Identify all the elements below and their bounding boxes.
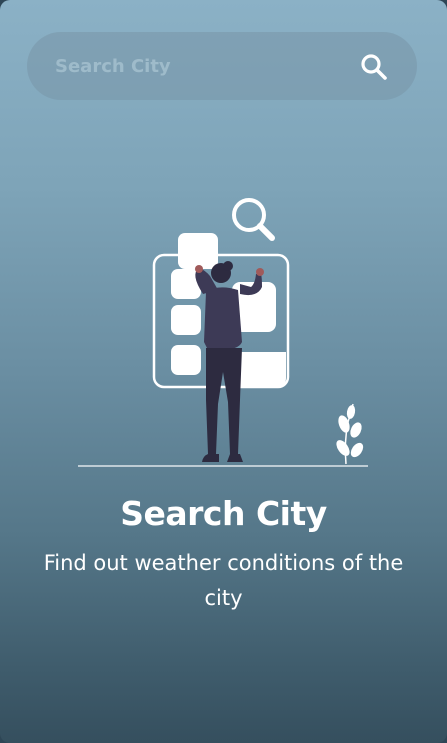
search-input[interactable] <box>55 46 355 86</box>
weather-app-card: Search City Find out weather conditions … <box>0 0 447 743</box>
magnifier-illustration-icon <box>232 198 275 241</box>
person-searching-illustration <box>72 192 372 472</box>
empty-state-title: Search City <box>120 494 327 533</box>
empty-state-description: Find out weather conditions of the city <box>43 551 404 610</box>
search-bar <box>27 32 417 100</box>
tile <box>236 352 286 387</box>
tile <box>178 233 218 269</box>
search-button[interactable] <box>359 52 389 82</box>
tile <box>171 345 201 375</box>
tile <box>171 305 201 335</box>
plant <box>336 403 364 465</box>
search-icon <box>361 54 387 80</box>
